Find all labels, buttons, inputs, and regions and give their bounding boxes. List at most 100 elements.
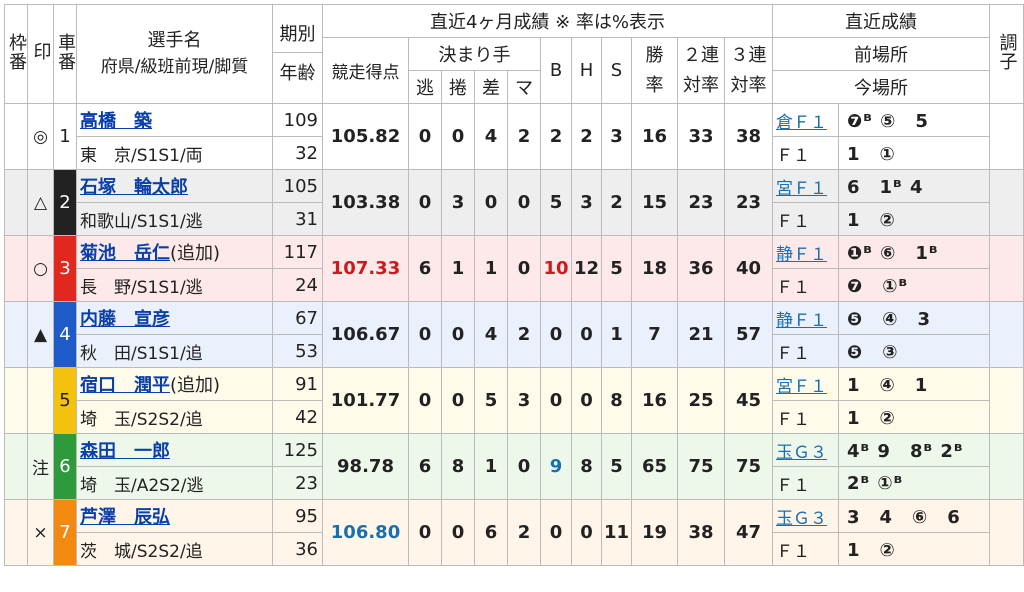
kimarite-sashi: 1: [474, 433, 508, 500]
prev-venue-link[interactable]: 静Ｆ１: [776, 311, 827, 331]
header-condition: 調子: [989, 4, 1024, 104]
ren3-rate: 38: [724, 103, 773, 170]
kimarite-nige: 6: [408, 235, 442, 302]
condition-cell: [989, 301, 1024, 368]
kimarite-nige: 0: [408, 103, 442, 170]
ren3-rate: 40: [724, 235, 773, 302]
rider-name-link[interactable]: 石塚 輪太郎: [80, 177, 188, 198]
rider-period: 125: [272, 433, 323, 467]
prev-venue-link[interactable]: 玉Ｇ３: [776, 443, 827, 463]
car-number: 1: [53, 103, 77, 170]
kimarite-mark: 0: [507, 169, 541, 236]
race-entry-table: 枠番 印 車番 選手名 府県/級班前現/脚質 期別 年齢 直近4ヶ月成績 ※ 率…: [4, 4, 1024, 566]
ren2-rate: 75: [677, 433, 725, 500]
rider-name-cell: 内藤 宣彦: [76, 301, 273, 335]
header-s: S: [601, 37, 632, 104]
this-venue-cell: Ｆ１: [772, 532, 839, 566]
prev-venue-link[interactable]: 玉Ｇ３: [776, 509, 827, 529]
header-period-age: 期別 年齢: [272, 4, 323, 104]
stat-h: 0: [571, 367, 602, 434]
rider-list: ◎ 1 高橋 築 109 105.82 0 0 4 2 2 2 3 16 33 38 倉Ｆ１ ❼ᴮ ⑤ 5東 京…: [4, 103, 1024, 566]
kimarite-nige: 0: [408, 301, 442, 368]
rider-name-link[interactable]: 芦澤 辰弘: [80, 507, 170, 528]
condition-cell: [989, 499, 1024, 566]
stat-h: 12: [571, 235, 602, 302]
prediction-mark: 注: [27, 433, 54, 500]
ren2-rate: 23: [677, 169, 725, 236]
header-waku: 枠番: [4, 4, 28, 104]
rider-period: 91: [272, 367, 323, 401]
car-number: 2: [53, 169, 77, 236]
rider-name-cell: 高橋 築: [76, 103, 273, 137]
prev-venue-cell: 宮Ｆ１: [772, 367, 839, 401]
rider-name-cell: 森田 一郎: [76, 433, 273, 467]
rider-age: 24: [272, 268, 323, 302]
rider-name-link[interactable]: 菊池 岳仁: [80, 243, 170, 264]
stat-b: 0: [540, 499, 572, 566]
car-number: 4: [53, 301, 77, 368]
rider-score: 106.67: [322, 301, 409, 368]
prev-venue-results: ❼ᴮ ⑤ 5: [838, 103, 990, 137]
table-row: 注 6 森田 一郎 125 98.78 6 8 1 0 9 8 5 65 75 75 玉Ｇ３ 4ᴮ 9 8ᴮ 2…: [4, 433, 1024, 500]
rider-age: 53: [272, 334, 323, 368]
rider-name-link[interactable]: 内藤 宣彦: [80, 309, 170, 330]
rider-name-link[interactable]: 高橋 築: [80, 111, 152, 132]
kimarite-makuri: 3: [441, 169, 475, 236]
prev-venue-results: ❺ ④ 3: [838, 301, 990, 335]
this-venue-cell: Ｆ１: [772, 466, 839, 500]
header-ren3: ３連 対率: [724, 37, 773, 104]
waku-cell: [4, 103, 28, 170]
waku-cell: [4, 499, 28, 566]
stat-s: 8: [601, 367, 632, 434]
win-rate: 19: [631, 499, 678, 566]
header-recent4: 直近4ヶ月成績 ※ 率は%表示: [322, 4, 773, 38]
ren3-rate: 57: [724, 301, 773, 368]
prev-venue-link[interactable]: 宮Ｆ１: [776, 377, 827, 397]
prev-venue-link[interactable]: 静Ｆ１: [776, 245, 827, 265]
table-row: △ 2 石塚 輪太郎 105 103.38 0 3 0 0 5 3 2 15 23 23 宮Ｆ１ 6 1ᴮ 4: [4, 169, 1024, 236]
this-venue-cell: Ｆ１: [772, 268, 839, 302]
prev-venue-cell: 玉Ｇ３: [772, 433, 839, 467]
kimarite-mark: 2: [507, 103, 541, 170]
header-sashi: 差: [474, 70, 508, 104]
stat-b: 9: [540, 433, 572, 500]
ren2-rate: 38: [677, 499, 725, 566]
prev-venue-results: 4ᴮ 9 8ᴮ 2ᴮ: [838, 433, 990, 467]
kimarite-nige: 0: [408, 367, 442, 434]
ren3-rate: 23: [724, 169, 773, 236]
prev-venue-cell: 静Ｆ１: [772, 301, 839, 335]
kimarite-mark: 2: [507, 499, 541, 566]
rider-pref-class-style: 埼 玉/A2S2/逃: [76, 466, 273, 500]
prev-venue-link[interactable]: 倉Ｆ１: [776, 113, 827, 133]
prev-venue-cell: 玉Ｇ３: [772, 499, 839, 533]
rider-name-link[interactable]: 宿口 潤平: [80, 375, 170, 396]
header-shirushi: 印: [27, 4, 54, 104]
rider-period: 105: [272, 169, 323, 203]
stat-h: 0: [571, 301, 602, 368]
ren2-rate: 21: [677, 301, 725, 368]
prediction-mark: ×: [27, 499, 54, 566]
prev-venue-cell: 静Ｆ１: [772, 235, 839, 269]
header-b: B: [540, 37, 572, 104]
kimarite-sashi: 4: [474, 301, 508, 368]
win-rate: 16: [631, 367, 678, 434]
this-venue-results: 1 ②: [838, 532, 990, 566]
condition-cell: [989, 235, 1024, 302]
waku-cell: [4, 169, 28, 236]
ren2-rate: 25: [677, 367, 725, 434]
this-venue-results: 2ᴮ ①ᴮ: [838, 466, 990, 500]
rider-pref-class-style: 長 野/S1S1/逃: [76, 268, 273, 302]
header-mark: マ: [507, 70, 541, 104]
header-kimarite: 決まり手: [408, 37, 541, 71]
prev-venue-link[interactable]: 宮Ｆ１: [776, 179, 827, 199]
rider-age: 31: [272, 202, 323, 236]
ren3-rate: 47: [724, 499, 773, 566]
rider-name-link[interactable]: 森田 一郎: [80, 441, 170, 462]
kimarite-sashi: 6: [474, 499, 508, 566]
header-makuri: 捲: [441, 70, 475, 104]
stat-b: 2: [540, 103, 572, 170]
ren3-rate: 75: [724, 433, 773, 500]
this-venue-results: 1 ①: [838, 136, 990, 170]
stat-h: 2: [571, 103, 602, 170]
table-row: × 7 芦澤 辰弘 95 106.80 0 0 6 2 0 0 11 19 38 47 玉Ｇ３ 3 4 ⑥ 6: [4, 499, 1024, 566]
